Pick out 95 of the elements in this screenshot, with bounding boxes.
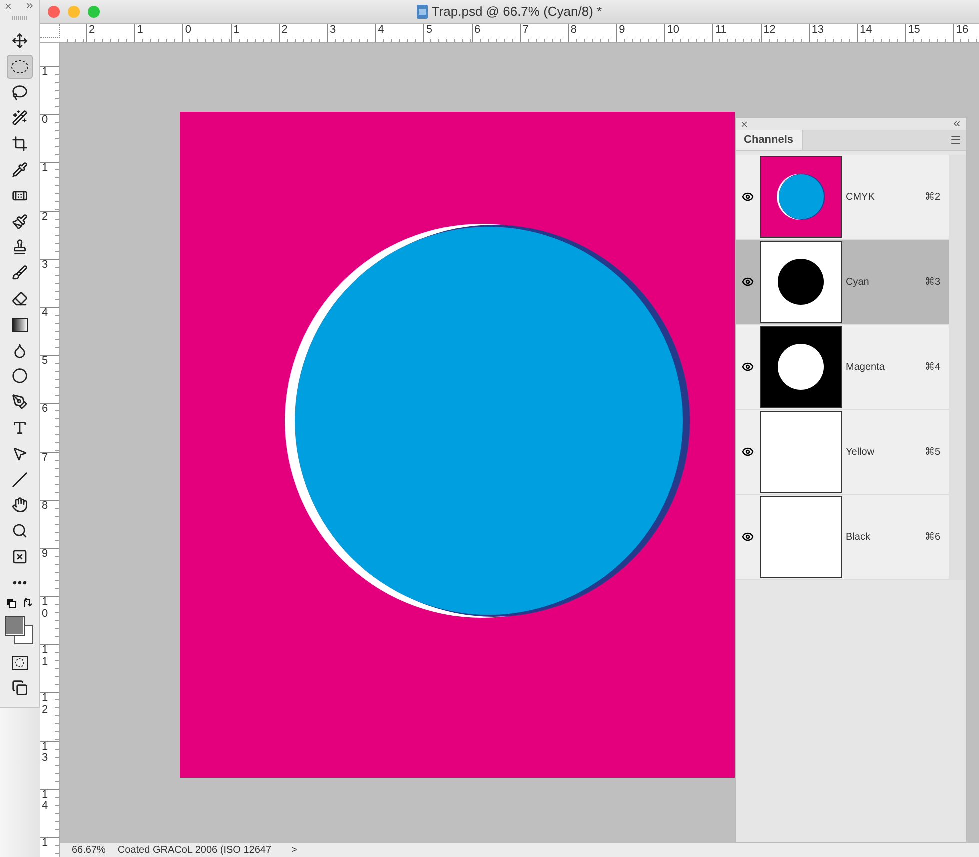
magic-wand-icon (12, 110, 28, 126)
eye-icon[interactable] (742, 446, 754, 458)
ruler-label: 8 (42, 500, 48, 512)
ruler-label: 7 (42, 452, 48, 464)
brush-icon (12, 214, 28, 230)
ruler-label: 5 (42, 356, 48, 368)
ruler-label: 5 (425, 24, 432, 37)
close-icon[interactable] (4, 2, 13, 10)
expand-icon[interactable] (25, 1, 35, 11)
line-icon (12, 472, 28, 488)
ruler-label: 10 (42, 597, 48, 620)
ruler-label: 6 (474, 24, 481, 37)
collapse-icon[interactable] (952, 119, 962, 129)
ruler-label: 13 (810, 24, 824, 37)
menu-icon (950, 134, 962, 146)
quick-mask-icon (12, 656, 28, 670)
channel-row[interactable]: CMYK ⌘2 (736, 155, 949, 240)
eye-icon[interactable] (742, 191, 754, 203)
ruler-label: 6 (42, 404, 48, 416)
ruler-label: 3 (328, 24, 336, 37)
close-icon[interactable] (740, 120, 749, 128)
ruler-label: 8 (570, 24, 577, 37)
ruler-label: 10 (666, 24, 680, 37)
stamp-icon (12, 239, 28, 256)
ruler-label: 13 (42, 742, 48, 765)
default-colors-icon[interactable] (6, 598, 34, 610)
color-swatches-icon[interactable] (4, 616, 34, 646)
ruler-label: 11 (42, 645, 48, 668)
channel-row[interactable]: Magenta ⌘4 (736, 325, 949, 410)
frame-icon (12, 548, 28, 565)
gradient-icon (12, 318, 28, 332)
channel-row[interactable]: Yellow ⌘5 (736, 410, 949, 495)
channel-name: CMYK (846, 192, 876, 202)
hand-icon (12, 497, 28, 514)
channel-name: Black (846, 532, 872, 542)
ruler-label: 3 (42, 260, 48, 272)
channel-name: Yellow (846, 446, 876, 458)
crop-icon (12, 136, 28, 152)
channel-shortcut: ⌘4 (925, 362, 941, 372)
eye-icon[interactable] (742, 276, 754, 288)
screen-mode-icon (12, 680, 28, 696)
ellipse-marquee-icon (10, 60, 28, 74)
ruler-label: 14 (859, 24, 872, 37)
circle-icon (12, 368, 28, 384)
ruler-label: 1 (42, 163, 48, 175)
status-menu-button[interactable]: > (292, 844, 298, 856)
ruler-origin[interactable] (40, 24, 60, 38)
channel-shortcut: ⌘2 (925, 192, 941, 202)
color-profile: Coated GRACoL 2006 (ISO 12647 (118, 844, 272, 856)
arrow-pointer-icon (12, 446, 28, 462)
channel-shortcut: ⌘3 (925, 276, 941, 288)
ruler-label: 16 (955, 24, 969, 37)
ruler-label: 12 (762, 24, 776, 37)
ruler-label: 7 (522, 24, 529, 37)
channel-row[interactable]: Cyan ⌘3 (736, 240, 949, 325)
ruler-label: 11 (714, 24, 727, 37)
eye-icon[interactable] (742, 361, 754, 373)
eyedropper-icon (12, 162, 28, 178)
ruler-label: 2 (88, 24, 96, 37)
channel-shortcut: ⌘6 (925, 532, 941, 542)
more-icon (12, 580, 26, 585)
ruler-label: 1 (232, 24, 240, 37)
type-icon (12, 420, 28, 436)
ruler-label: 0 (42, 115, 48, 127)
window-title: Trap.psd @ 66.7% (Cyan/8) * (432, 4, 602, 19)
channel-name: Magenta (846, 362, 886, 372)
document-icon (416, 4, 428, 18)
eye-icon[interactable] (742, 531, 754, 543)
lasso-icon (12, 84, 28, 101)
channel-shortcut: ⌘5 (925, 446, 941, 458)
ruler-label: 1 (136, 24, 144, 37)
ruler-label: 2 (280, 24, 288, 37)
ruler-label: 4 (377, 24, 384, 37)
move-icon (12, 33, 28, 49)
tool-button[interactable] (6, 54, 32, 79)
ruler-label: 12 (42, 693, 48, 717)
panel-tab[interactable]: Channels (736, 130, 803, 150)
channel-name: Cyan (846, 276, 870, 288)
grip-handle[interactable] (12, 16, 28, 20)
ruler-label: 2 (42, 212, 48, 224)
pen-icon (12, 394, 28, 410)
ruler-label: 15 (907, 24, 920, 37)
eraser-icon (12, 290, 28, 307)
ruler-label: 9 (618, 24, 626, 37)
ruler-label: 1 (42, 838, 48, 850)
ruler-label: 14 (42, 790, 48, 813)
ruler-label: 1 (42, 67, 48, 79)
ruler-label: 4 (42, 308, 48, 320)
ruler-label: 9 (42, 548, 48, 560)
brush-icon (12, 265, 28, 282)
ruler-label: 0 (184, 24, 192, 37)
zoom-icon (12, 523, 28, 540)
channel-row[interactable]: Black ⌘6 (736, 495, 949, 580)
droplet-icon (12, 342, 28, 359)
zoom-level: 66.67% (72, 844, 106, 856)
